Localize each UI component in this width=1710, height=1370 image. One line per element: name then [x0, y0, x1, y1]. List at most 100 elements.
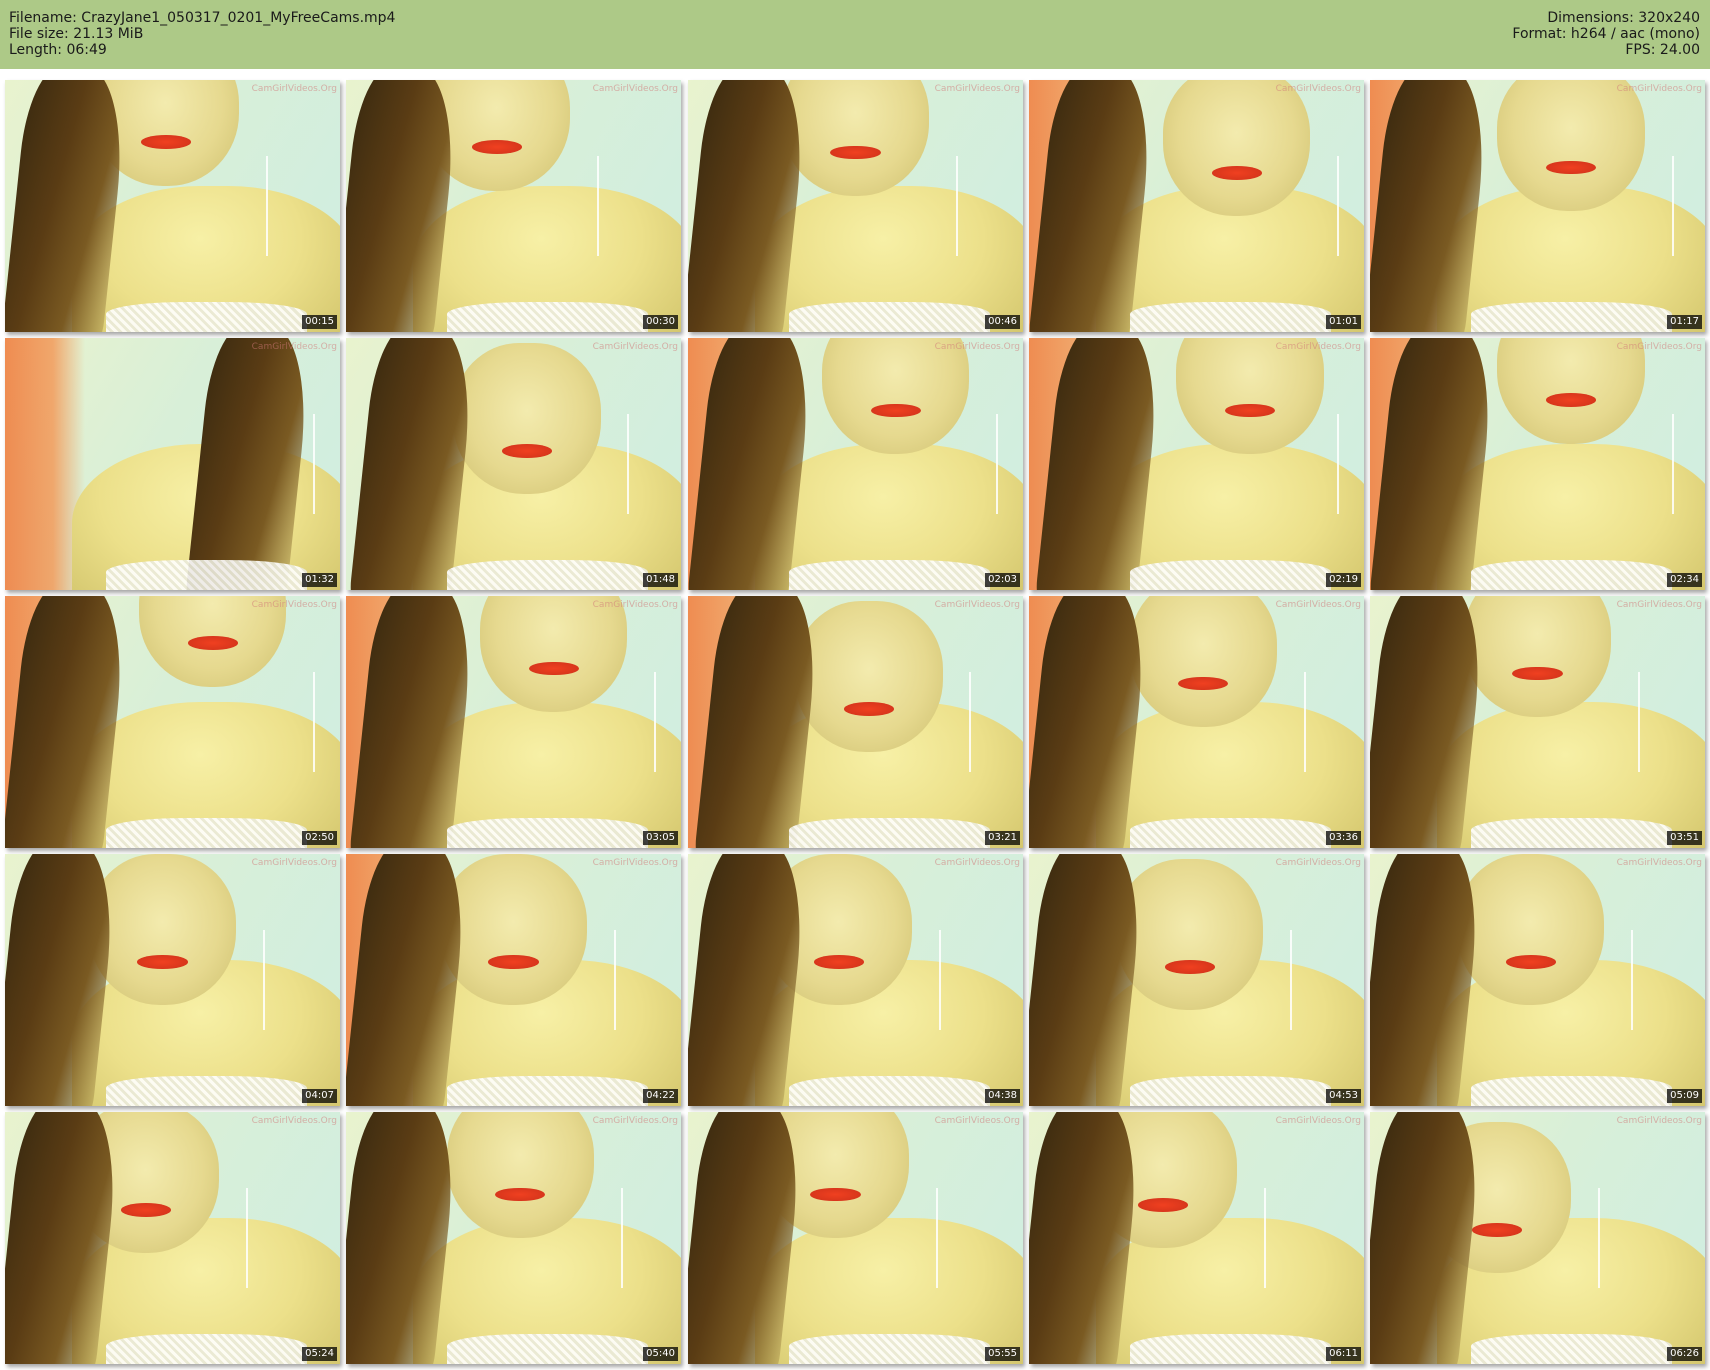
video-frame-thumbnail: CamGirlVideos.Org 05:24 [5, 1112, 340, 1364]
top-strap [956, 155, 958, 257]
watermark-text: CamGirlVideos.Org [251, 1116, 337, 1126]
lace-top [105, 817, 307, 848]
top-strap [1337, 155, 1340, 257]
face [1497, 80, 1645, 212]
lace-top [1129, 817, 1331, 848]
lace-top [788, 301, 990, 332]
lace-top [788, 559, 990, 590]
watermark-text: CamGirlVideos.Org [1616, 84, 1702, 94]
lace-top [788, 1333, 990, 1364]
video-frame-thumbnail: CamGirlVideos.Org 05:55 [688, 1112, 1023, 1364]
watermark-text: CamGirlVideos.Org [934, 84, 1020, 94]
face [1457, 854, 1605, 1006]
timestamp-label: 00:46 [985, 315, 1020, 329]
top-strap [1303, 671, 1306, 773]
media-info: Dimensions: 320x240 Format: h264 / aac (… [1512, 10, 1700, 58]
lace-top [1470, 1333, 1672, 1364]
timestamp-label: 01:32 [302, 573, 337, 587]
lips [187, 636, 238, 651]
video-frame-thumbnail: CamGirlVideos.Org 03:36 [1029, 596, 1364, 848]
lips [810, 1187, 861, 1202]
lips [488, 954, 539, 969]
timestamp-label: 05:09 [1667, 1089, 1702, 1103]
top-strap [969, 671, 972, 773]
top-strap [614, 929, 616, 1031]
lace-top [446, 817, 648, 848]
timestamp-label: 05:40 [643, 1347, 678, 1361]
timestamp-label: 05:55 [985, 1347, 1020, 1361]
watermark-text: CamGirlVideos.Org [592, 342, 678, 352]
watermark-text: CamGirlVideos.Org [592, 84, 678, 94]
timestamp-label: 02:03 [985, 573, 1020, 587]
video-frame-thumbnail: CamGirlVideos.Org 01:48 [346, 338, 681, 590]
timestamp-label: 03:21 [985, 831, 1020, 845]
watermark-text: CamGirlVideos.Org [1616, 600, 1702, 610]
lace-top [105, 1075, 307, 1106]
lace-top [446, 301, 648, 332]
timestamp-label: 06:11 [1326, 1347, 1361, 1361]
lips [1211, 165, 1262, 180]
filesize-text: File size: 21.13 MiB [9, 26, 144, 42]
top-strap [654, 671, 657, 773]
top-strap [313, 671, 316, 773]
top-strap [1671, 155, 1674, 257]
video-frame-thumbnail: CamGirlVideos.Org 03:05 [346, 596, 681, 848]
video-frame-thumbnail: CamGirlVideos.Org 04:38 [688, 854, 1023, 1106]
timestamp-label: 02:19 [1326, 573, 1361, 587]
top-strap [1597, 1187, 1600, 1289]
video-frame-thumbnail: CamGirlVideos.Org 04:53 [1029, 854, 1364, 1106]
lips [120, 1202, 171, 1217]
watermark-text: CamGirlVideos.Org [592, 1116, 678, 1126]
face [439, 854, 588, 1006]
top-strap [597, 155, 600, 257]
watermark-text: CamGirlVideos.Org [1616, 1116, 1702, 1126]
format-text: Format: h264 / aac (mono) [1512, 26, 1700, 42]
video-frame-thumbnail: CamGirlVideos.Org 06:11 [1029, 1112, 1364, 1364]
lace-top [446, 1075, 648, 1106]
face [1116, 859, 1264, 1011]
lace-top [1470, 1075, 1672, 1106]
face [795, 601, 943, 753]
timestamp-label: 04:22 [643, 1089, 678, 1103]
watermark-text: CamGirlVideos.Org [934, 600, 1020, 610]
dimensions-text: Dimensions: 320x240 [1547, 10, 1700, 26]
top-strap [262, 929, 265, 1031]
lace-top [788, 1075, 990, 1106]
lace-top [1129, 1075, 1331, 1106]
video-frame-thumbnail: CamGirlVideos.Org 02:19 [1029, 338, 1364, 590]
top-strap [620, 1187, 623, 1289]
face [1497, 338, 1645, 444]
watermark-text: CamGirlVideos.Org [251, 858, 337, 868]
video-frame-thumbnail: CamGirlVideos.Org 01:32 [5, 338, 340, 590]
watermark-text: CamGirlVideos.Org [1275, 342, 1361, 352]
face [453, 343, 601, 495]
top-strap [935, 1187, 938, 1289]
face [1176, 338, 1324, 454]
face [1163, 80, 1311, 217]
timestamp-label: 01:01 [1326, 315, 1361, 329]
length-text: Length: 06:49 [9, 42, 107, 58]
watermark-text: CamGirlVideos.Org [934, 1116, 1020, 1126]
top-strap [266, 155, 269, 257]
lips [501, 443, 553, 458]
timestamp-label: 01:17 [1667, 315, 1702, 329]
lace-top [105, 1333, 307, 1364]
video-frame-thumbnail: CamGirlVideos.Org 04:22 [346, 854, 681, 1106]
timestamp-label: 00:15 [302, 315, 337, 329]
top-strap [313, 413, 316, 515]
lips [1164, 959, 1215, 974]
lace-top [788, 817, 990, 848]
lace-top [446, 559, 648, 590]
timestamp-label: 02:50 [302, 831, 337, 845]
lace-top [1129, 301, 1331, 332]
lips [813, 954, 864, 969]
lace-top [1129, 559, 1331, 590]
watermark-text: CamGirlVideos.Org [1616, 342, 1702, 352]
watermark-text: CamGirlVideos.Org [251, 342, 337, 352]
video-frame-thumbnail: CamGirlVideos.Org 04:07 [5, 854, 340, 1106]
timestamp-label: 01:48 [643, 573, 678, 587]
top-strap [246, 1187, 249, 1289]
video-frame-thumbnail: CamGirlVideos.Org 06:26 [1370, 1112, 1705, 1364]
lips [1505, 954, 1556, 969]
top-strap [1290, 929, 1293, 1031]
